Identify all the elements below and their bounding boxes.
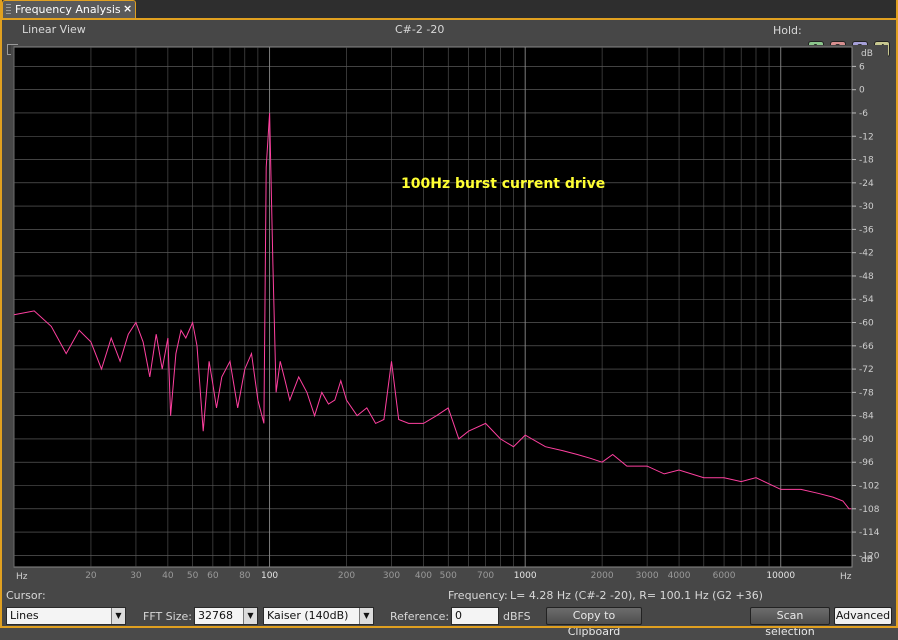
x-tick-label: 1000 <box>514 571 537 581</box>
display-mode-value: Lines <box>10 609 39 622</box>
y-tick-label: -78 <box>859 388 874 398</box>
y-tick-label: -18 <box>859 156 874 166</box>
fft-size-value: 32768 <box>198 609 233 622</box>
y-tick-label: -84 <box>859 412 874 422</box>
fft-size-label: FFT Size: <box>143 610 192 623</box>
x-tick-label: 50 <box>187 571 199 581</box>
scan-selection-button[interactable]: Scan selection <box>750 607 830 638</box>
y-tick-label: -48 <box>859 272 874 282</box>
x-tick-label: 400 <box>415 571 432 581</box>
frequency-analysis-panel: Frequency Analysis × Linear View C#-2 -2… <box>0 0 898 638</box>
y-tick-label: -114 <box>859 528 880 538</box>
x-tick-label: 100 <box>261 571 278 581</box>
x-tick-label: 20 <box>85 571 97 581</box>
cursor-label: Cursor: <box>6 589 46 602</box>
x-unit-left: Hz <box>16 572 28 582</box>
x-tick-label: 60 <box>207 571 219 581</box>
y-tick-label: -102 <box>859 482 879 492</box>
x-unit-right: Hz <box>840 572 852 582</box>
y-tick-label: -54 <box>859 295 874 305</box>
reference-input[interactable]: 0 <box>451 607 499 625</box>
tab-frequency-analysis[interactable]: Frequency Analysis × <box>2 0 136 18</box>
x-tick-label: 700 <box>477 571 494 581</box>
panel-tab-strip: Frequency Analysis × <box>0 0 898 20</box>
x-tick-label: 3000 <box>636 571 659 581</box>
tab-title: Frequency Analysis <box>15 3 121 16</box>
fft-size-select[interactable]: 32768 ▼ <box>194 607 258 625</box>
y-tick-label: -12 <box>859 132 874 142</box>
y-tick-label: -6 <box>859 109 868 119</box>
x-tick-label: 500 <box>440 571 457 581</box>
x-tick-label: 6000 <box>713 571 736 581</box>
copy-to-clipboard-button[interactable]: Copy to Clipboard <box>546 607 642 638</box>
y-tick-label: -72 <box>859 365 874 375</box>
linear-view-label[interactable]: Linear View <box>22 23 86 36</box>
spectrum-plot-svg[interactable]: 60-6-12-18-24-30-36-42-48-54-60-66-72-78… <box>11 45 888 583</box>
chevron-down-icon[interactable]: ▼ <box>243 608 257 624</box>
y-unit-top: dB <box>861 49 873 59</box>
x-tick-label: 300 <box>383 571 400 581</box>
reference-label: Reference: <box>390 610 450 623</box>
frequency-readout: L= 4.28 Hz (C#-2 -20), R= 100.1 Hz (G2 +… <box>510 589 763 602</box>
y-tick-label: -42 <box>859 249 874 259</box>
note-readout: C#-2 -20 <box>395 23 445 36</box>
x-tick-label: 80 <box>239 571 251 581</box>
x-tick-label: 10000 <box>766 571 795 581</box>
y-tick-label: -66 <box>859 342 874 352</box>
y-tick-label: -24 <box>859 179 874 189</box>
y-tick-label: -108 <box>859 505 880 515</box>
top-toolbar: Linear View C#-2 -20 Hold: 1 2 3 4 <box>0 20 898 57</box>
window-function-select[interactable]: Kaiser (140dB) ▼ <box>263 607 374 625</box>
y-tick-label: -36 <box>859 225 874 235</box>
x-tick-label: 40 <box>162 571 174 581</box>
y-tick-label: -96 <box>859 458 874 468</box>
x-axis: 20 30 40 50 60 80 100 200 300 400 500 700 1000 2000 30… <box>85 571 795 581</box>
hold-label: Hold: <box>773 24 802 37</box>
close-icon[interactable]: × <box>123 2 132 15</box>
bottom-controls: Cursor: Frequency: L= 4.28 Hz (C#-2 -20)… <box>0 586 898 638</box>
x-tick-label: 4000 <box>668 571 691 581</box>
grip-icon[interactable] <box>6 4 11 15</box>
x-tick-label: 200 <box>338 571 355 581</box>
reference-unit: dBFS <box>503 610 531 623</box>
chevron-down-icon[interactable]: ▼ <box>111 608 125 624</box>
x-tick-label: 30 <box>130 571 142 581</box>
chevron-down-icon[interactable]: ▼ <box>359 608 373 624</box>
y-tick-label: 0 <box>859 86 865 96</box>
y-tick-label: 6 <box>859 62 865 72</box>
y-tick-label: -90 <box>859 435 874 445</box>
advanced-button[interactable]: Advanced <box>834 607 892 625</box>
spectrum-plot[interactable]: 6 0 -6 -12 -18 -24 -30 -36 -42 -48 -54 -60 -66 -72 -78… <box>11 45 888 583</box>
window-function-value: Kaiser (140dB) <box>267 609 349 622</box>
y-tick-label: -30 <box>859 202 874 212</box>
y-unit-bottom: dB <box>861 555 873 565</box>
display-mode-select[interactable]: Lines ▼ <box>6 607 126 625</box>
plot-annotation: 100Hz burst current drive <box>401 176 605 192</box>
y-tick-label: -60 <box>859 319 874 329</box>
x-tick-label: 2000 <box>591 571 614 581</box>
frequency-label: Frequency: <box>448 589 508 602</box>
plot-area[interactable] <box>13 46 853 568</box>
